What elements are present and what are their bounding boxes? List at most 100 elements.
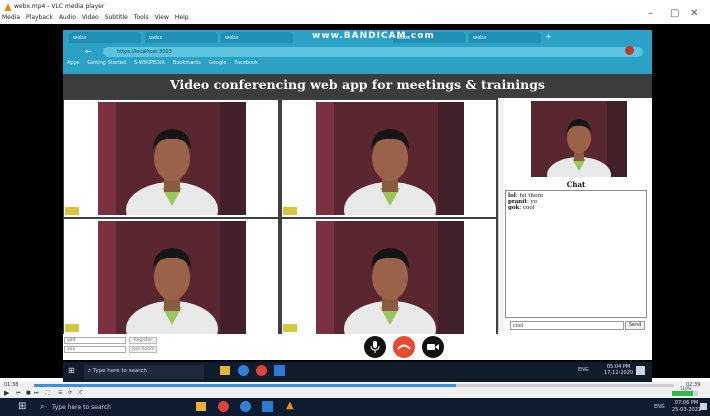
participant-video: [98, 221, 246, 334]
vscode-icon[interactable]: [262, 401, 273, 412]
chrome-icon[interactable]: [218, 401, 229, 412]
bookmark-wikipedia[interactable]: S-WIKIPEDIA: [134, 60, 165, 66]
participant-video: [316, 102, 464, 215]
chat-message: gok: cool: [508, 205, 535, 211]
menu-item-video[interactable]: Video: [82, 14, 99, 24]
notification-icon[interactable]: [700, 403, 707, 410]
taskbar-date: 25-03-2021: [672, 407, 702, 413]
file-explorer-icon[interactable]: [220, 366, 230, 375]
shuffle-icon[interactable]: ⤮: [78, 390, 82, 396]
maximize-icon[interactable]: ▢: [670, 8, 679, 19]
browser-tab[interactable]: webx: [69, 32, 141, 43]
end-call-button[interactable]: [393, 336, 415, 358]
self-video: [531, 101, 627, 177]
taskbar-time: 07:06 PM: [674, 400, 699, 406]
volume-slider[interactable]: [672, 391, 698, 396]
vlc-controls: ▶ ⏮ ■ ⏭ ⛶ ☰ ⟳ ⤮ 110%: [0, 386, 710, 398]
name-field[interactable]: yolt: [64, 337, 126, 344]
bookmark-getting-started[interactable]: Getting Started: [87, 60, 126, 66]
send-button[interactable]: Send: [625, 321, 645, 330]
hang-up-icon: [397, 344, 411, 350]
participant-video: [316, 221, 464, 334]
notification-icon[interactable]: [636, 366, 645, 375]
bookmark-apps[interactable]: Apps: [67, 60, 79, 66]
chat-scrollbar[interactable]: [498, 100, 504, 332]
participant-label: [65, 324, 79, 332]
room-field[interactable]: xxx: [64, 346, 126, 353]
page-title: Video conferencing web app for meetings …: [170, 77, 545, 92]
participant-video: [98, 102, 246, 215]
video-tile: [64, 219, 278, 334]
address-bar[interactable]: https://localhost:3003: [103, 47, 643, 57]
edge-icon[interactable]: [238, 365, 249, 376]
camera-button[interactable]: [422, 336, 444, 358]
chat-input[interactable]: cool: [510, 321, 624, 330]
participant-label: [65, 207, 79, 215]
menu-item-view[interactable]: View: [155, 14, 169, 24]
taskbar-clock: 07:06 PM 25-03-2021: [672, 400, 701, 414]
minimize-icon[interactable]: –: [648, 8, 653, 19]
previous-icon[interactable]: ⏮: [16, 390, 21, 396]
browser-tab[interactable]: webx: [145, 32, 217, 43]
taskbar-search-placeholder[interactable]: Type here to search: [52, 404, 111, 411]
menu-item-tools[interactable]: Tools: [134, 14, 149, 24]
edge-icon[interactable]: [240, 401, 251, 412]
chrome-icon[interactable]: [256, 365, 267, 376]
play-icon[interactable]: ▶: [4, 389, 9, 397]
new-tab-icon[interactable]: +: [545, 32, 552, 41]
video-tile: [282, 100, 496, 217]
vlc-menu-bar: Media Playback Audio Video Subtitle Tool…: [0, 14, 189, 24]
search-icon[interactable]: ⌕: [40, 402, 44, 412]
menu-item-media[interactable]: Media: [2, 14, 20, 24]
chat-messages: lol: hii there pranit: yo gok: cool: [505, 190, 647, 318]
fullscreen-icon[interactable]: ⛶: [46, 390, 50, 396]
chat-title: Chat: [566, 180, 586, 189]
vlc-taskbar-icon[interactable]: ▲: [286, 400, 294, 411]
taskbar-language: ENG: [654, 404, 665, 410]
seek-progress: [34, 384, 457, 387]
windows-start-icon[interactable]: ⊞: [68, 366, 75, 375]
video-camera-icon: [427, 344, 439, 350]
participant-label: [283, 324, 297, 332]
time-elapsed: 01:38: [4, 382, 19, 388]
loop-icon[interactable]: ⟳: [68, 390, 72, 396]
video-tile: [64, 100, 278, 217]
recorded-clock: 05:04 PM 17-12-2020: [604, 364, 633, 376]
recorded-search-placeholder: Type here to search: [92, 368, 147, 374]
stop-icon[interactable]: ■: [26, 390, 31, 396]
menu-item-playback[interactable]: Playback: [26, 14, 53, 24]
windows-start-icon[interactable]: ⊞: [18, 401, 26, 412]
menu-item-audio[interactable]: Audio: [59, 14, 76, 24]
video-tile: [282, 219, 496, 334]
bookmark-google[interactable]: Google: [209, 60, 227, 66]
recorded-language: ENG: [578, 367, 589, 373]
menu-item-help[interactable]: Help: [175, 14, 189, 24]
file-explorer-icon[interactable]: [196, 402, 206, 411]
back-icon[interactable]: ←: [85, 47, 92, 56]
register-button[interactable]: Register: [129, 337, 157, 344]
recorded-search-box[interactable]: ⌕ Type here to search: [84, 365, 204, 379]
bookmarks-bar: Apps Getting Started S-WIKIPEDIA Bookmar…: [67, 60, 258, 66]
playlist-icon[interactable]: ☰: [58, 390, 62, 396]
mic-button[interactable]: [364, 336, 386, 358]
microphone-icon: [370, 341, 380, 353]
vscode-icon[interactable]: [274, 365, 285, 376]
chat-message-user: gok: [508, 205, 520, 211]
vlc-window-title: webx.mp4 - VLC media player: [14, 3, 105, 10]
participant-label: [283, 207, 297, 215]
browser-tab[interactable]: webx: [221, 32, 293, 43]
windows-taskbar: ⊞ ⌕ Type here to search ▲ ENG 07:06 PM 2…: [0, 398, 710, 416]
bookmark-bookmarks[interactable]: Bookmarks: [173, 60, 201, 66]
profile-avatar[interactable]: [625, 46, 634, 55]
chat-message-text: cool: [522, 205, 535, 211]
recorded-date: 17-12-2020: [604, 370, 634, 376]
next-icon[interactable]: ⏭: [34, 390, 39, 396]
seek-bar[interactable]: [34, 384, 674, 387]
menu-item-subtitle[interactable]: Subtitle: [105, 14, 128, 24]
join-room-button[interactable]: Join Room: [129, 346, 157, 353]
bookmark-facebook[interactable]: Facebook: [235, 60, 259, 66]
bandicam-watermark: www.BANDICAM.com: [312, 31, 435, 41]
browser-tab[interactable]: webx: [469, 32, 541, 43]
volume-level: 110%: [680, 386, 692, 391]
close-icon[interactable]: ✕: [690, 8, 698, 19]
